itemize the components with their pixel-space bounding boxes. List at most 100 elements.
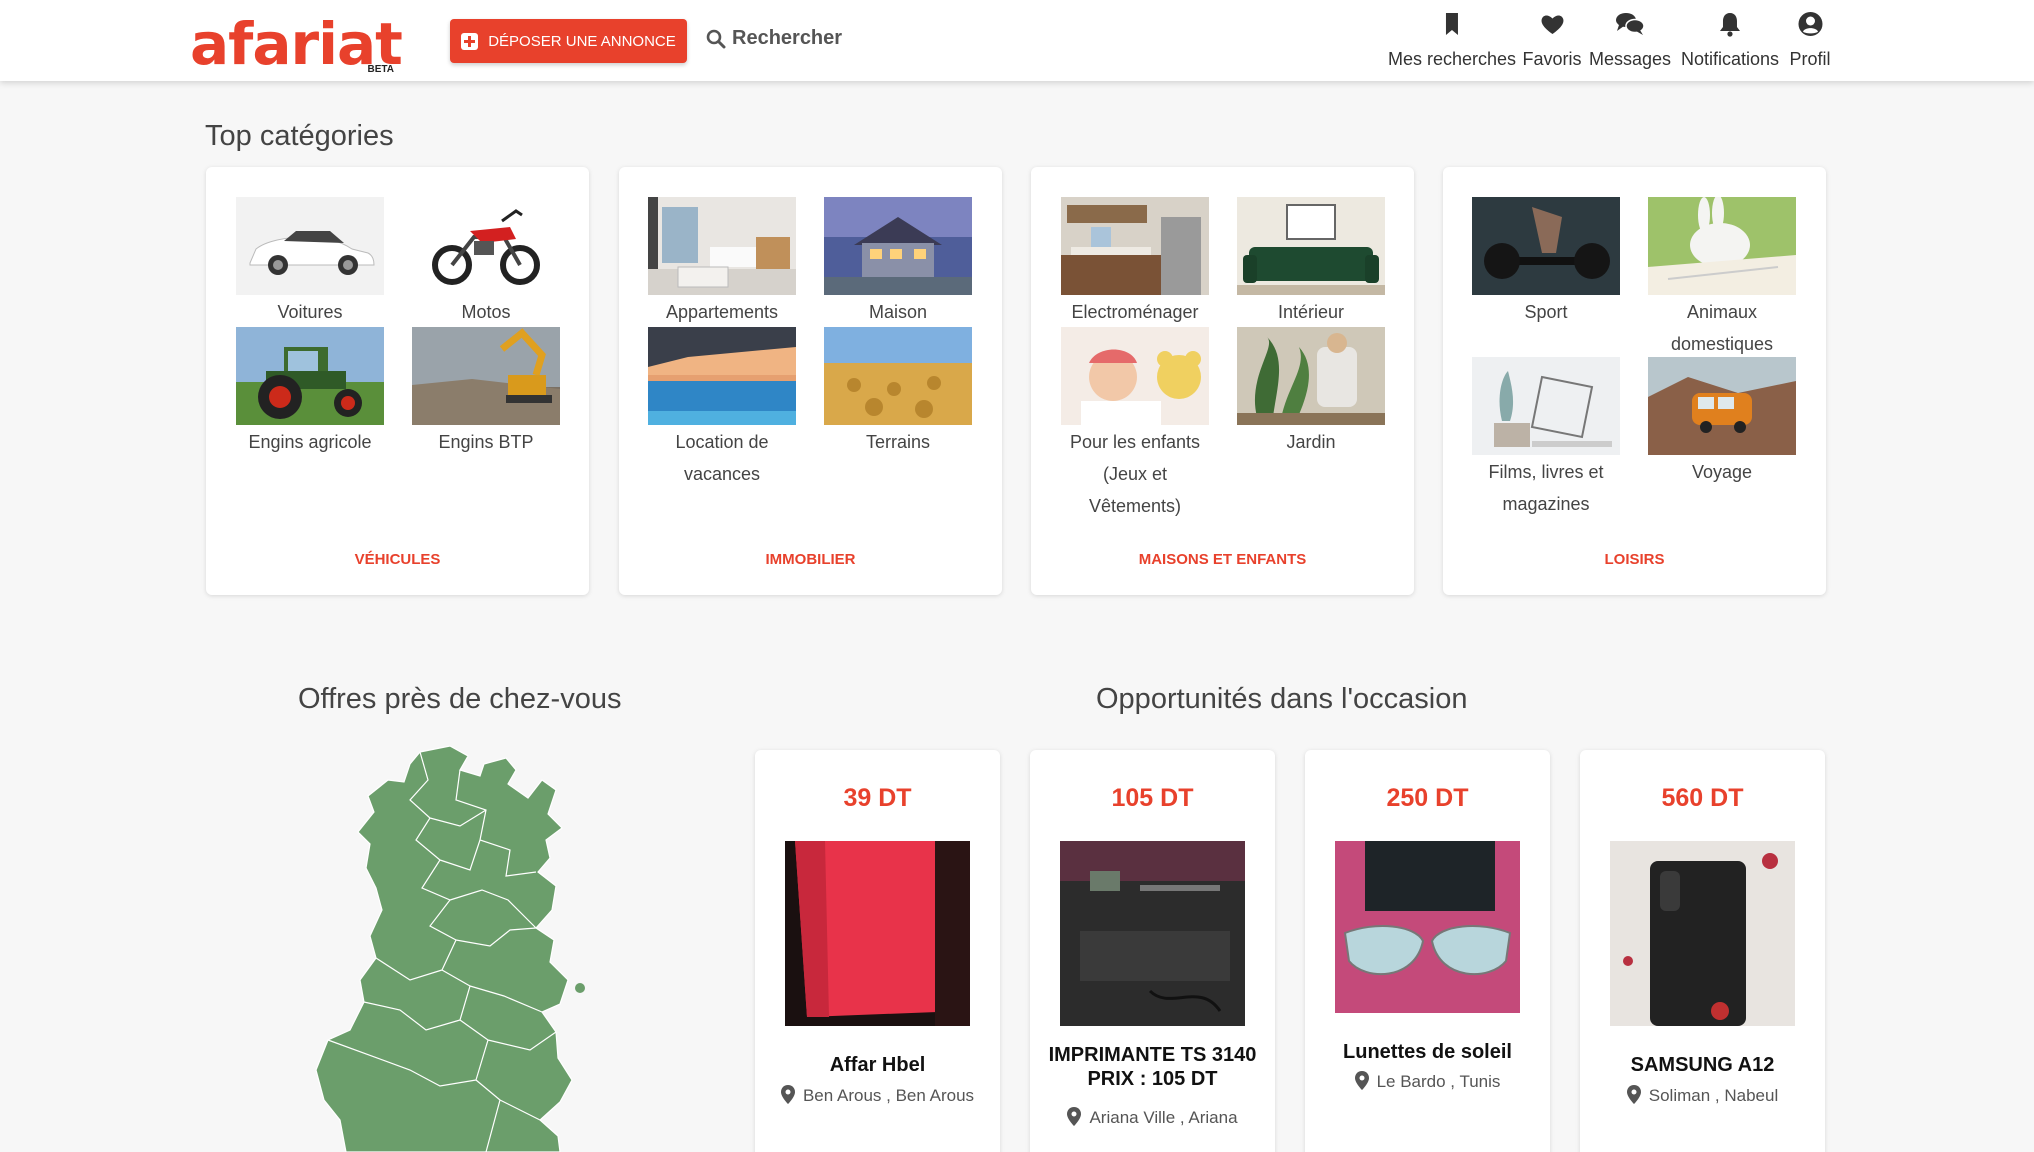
category-card-leisure: Sport Animaux domestiques Films, livres … xyxy=(1443,167,1826,595)
category-label: Jardin xyxy=(1286,432,1336,452)
category-travel[interactable]: Voyage xyxy=(1648,357,1796,488)
category-land[interactable]: Terrains xyxy=(824,327,972,458)
search-label: Rechercher xyxy=(732,27,843,49)
product-region: Tunis xyxy=(1459,1072,1501,1091)
product-city: Ariana Ville xyxy=(1089,1108,1176,1127)
category-label: Voyage xyxy=(1691,462,1753,482)
category-footer-link[interactable]: LOISIRS xyxy=(1443,551,1826,568)
kitchen-image xyxy=(1061,197,1209,295)
product-location: Ariana Ville , Ariana xyxy=(1050,1102,1255,1134)
nav-messages[interactable]: Messages xyxy=(1589,10,1671,70)
category-vacation-rental[interactable]: Location de vacances xyxy=(648,327,796,490)
apartment-image xyxy=(648,197,796,295)
map-pin-icon xyxy=(780,1085,795,1104)
chat-icon xyxy=(1615,13,1645,35)
category-house[interactable]: Maison xyxy=(824,197,972,328)
product-title: IMPRIMANTE TS 3140 PRIX : 105 DT xyxy=(1048,1044,1257,1090)
afariat-logo[interactable]: afariat BETA xyxy=(190,15,403,78)
product-price: 560 DT xyxy=(1661,784,1744,812)
nav-notifications[interactable]: Notifications xyxy=(1681,10,1779,70)
product-region: Ariana xyxy=(1188,1108,1238,1127)
category-label: Electroménager xyxy=(1071,302,1199,322)
product-city: Le Bardo xyxy=(1376,1072,1446,1091)
category-kids[interactable]: Pour les enfants (Jeux et Vêtements) xyxy=(1061,327,1209,522)
product-title: Affar Hbel xyxy=(829,1054,926,1076)
product-location: Le Bardo , Tunis xyxy=(1325,1066,1530,1098)
search-link[interactable]: Rechercher xyxy=(706,27,842,50)
sofa-image xyxy=(1237,197,1385,295)
phone-box-image xyxy=(1610,841,1795,1026)
heart-icon xyxy=(1541,15,1563,34)
sunglasses-image xyxy=(1335,841,1520,1013)
category-label: Engins agricole xyxy=(248,432,372,452)
top-header: afariat BETA DÉPOSER UNE ANNONCE Recherc… xyxy=(0,0,2034,81)
category-sport[interactable]: Sport xyxy=(1472,197,1620,328)
product-card[interactable]: 560 DT SAMSUNG A12 Soliman , Nabeul xyxy=(1580,750,1825,1152)
category-footer-link[interactable]: IMMOBILIER xyxy=(619,551,1002,568)
plants-image xyxy=(1237,327,1385,425)
product-location: Soliman , Nabeul xyxy=(1600,1080,1805,1112)
tractor-image xyxy=(236,327,384,425)
product-title: Lunettes de soleil xyxy=(1343,1041,1512,1063)
product-card[interactable]: 250 DT Lunettes de soleil Le Bardo , Tun… xyxy=(1305,750,1550,1152)
category-motos[interactable]: Motos xyxy=(412,197,560,328)
category-garden[interactable]: Jardin xyxy=(1237,327,1385,458)
product-title: SAMSUNG A12 xyxy=(1630,1054,1775,1076)
red-bag-image xyxy=(785,841,970,1026)
map-pin-icon xyxy=(1626,1085,1641,1104)
category-label: Maison xyxy=(868,302,928,322)
baby-image xyxy=(1061,327,1209,425)
category-footer-link[interactable]: VÉHICULES xyxy=(206,551,589,568)
map-pin-icon xyxy=(1067,1107,1082,1126)
product-region: Nabeul xyxy=(1724,1086,1779,1105)
category-construction[interactable]: Engins BTP xyxy=(412,327,560,458)
motorbike-image xyxy=(412,197,560,295)
nav-favorites[interactable]: Favoris xyxy=(1522,10,1582,70)
excavator-image xyxy=(412,327,560,425)
car-image xyxy=(236,197,384,295)
product-location: Ben Arous , Ben Arous xyxy=(775,1080,980,1112)
category-label: Films, livres et magazines xyxy=(1488,462,1604,514)
plus-square-icon xyxy=(461,32,479,50)
nav-label: Profil xyxy=(1789,49,1831,69)
category-footer-link[interactable]: MAISONS ET ENFANTS xyxy=(1031,551,1414,568)
product-card[interactable]: 39 DT Affar Hbel Ben Arous , Ben Arous xyxy=(755,750,1000,1152)
product-city: Ben Arous xyxy=(802,1086,882,1105)
product-price: 105 DT xyxy=(1111,784,1194,812)
bell-icon xyxy=(1719,13,1740,37)
beta-badge: BETA xyxy=(367,64,394,75)
category-pets[interactable]: Animaux domestiques xyxy=(1648,197,1796,360)
nav-label: Messages xyxy=(1588,49,1672,69)
product-price: 250 DT xyxy=(1386,784,1469,812)
category-label: Animaux domestiques xyxy=(1670,302,1774,354)
product-price: 39 DT xyxy=(843,784,912,812)
post-ad-button[interactable]: DÉPOSER UNE ANNONCE xyxy=(450,19,687,63)
search-icon xyxy=(706,29,726,48)
category-label: Voitures xyxy=(277,302,343,322)
category-interior[interactable]: Intérieur xyxy=(1237,197,1385,328)
tunisia-map[interactable] xyxy=(310,740,630,1152)
top-categories-title: Top catégories xyxy=(205,120,394,152)
category-label: Intérieur xyxy=(1277,302,1345,322)
printer-image xyxy=(1060,841,1245,1026)
nav-label: Notifications xyxy=(1680,49,1780,69)
category-media[interactable]: Films, livres et magazines xyxy=(1472,357,1620,520)
product-city: Soliman xyxy=(1648,1086,1711,1105)
bookmark-icon xyxy=(1446,13,1458,35)
category-label: Engins BTP xyxy=(438,432,534,452)
category-label: Appartements xyxy=(665,302,779,322)
category-card-vehicles: Voitures Motos Engins agricole Engins BT… xyxy=(206,167,589,595)
category-agricultural[interactable]: Engins agricole xyxy=(236,327,384,458)
post-ad-label: DÉPOSER UNE ANNONCE xyxy=(488,32,676,50)
category-appliances[interactable]: Electroménager xyxy=(1061,197,1209,328)
product-region: Ben Arous xyxy=(895,1086,975,1105)
nearby-offers-title: Offres près de chez-vous xyxy=(298,683,622,715)
user-circle-icon xyxy=(1797,12,1822,36)
category-cars[interactable]: Voitures xyxy=(236,197,384,328)
product-card[interactable]: 105 DT IMPRIMANTE TS 3140 PRIX : 105 DT … xyxy=(1030,750,1275,1152)
van-image xyxy=(1648,357,1796,455)
nav-saved-searches[interactable]: Mes recherches xyxy=(1388,10,1516,70)
nav-label: Favoris xyxy=(1522,49,1582,69)
nav-profile[interactable]: Profil xyxy=(1789,10,1831,70)
category-apartments[interactable]: Appartements xyxy=(648,197,796,328)
